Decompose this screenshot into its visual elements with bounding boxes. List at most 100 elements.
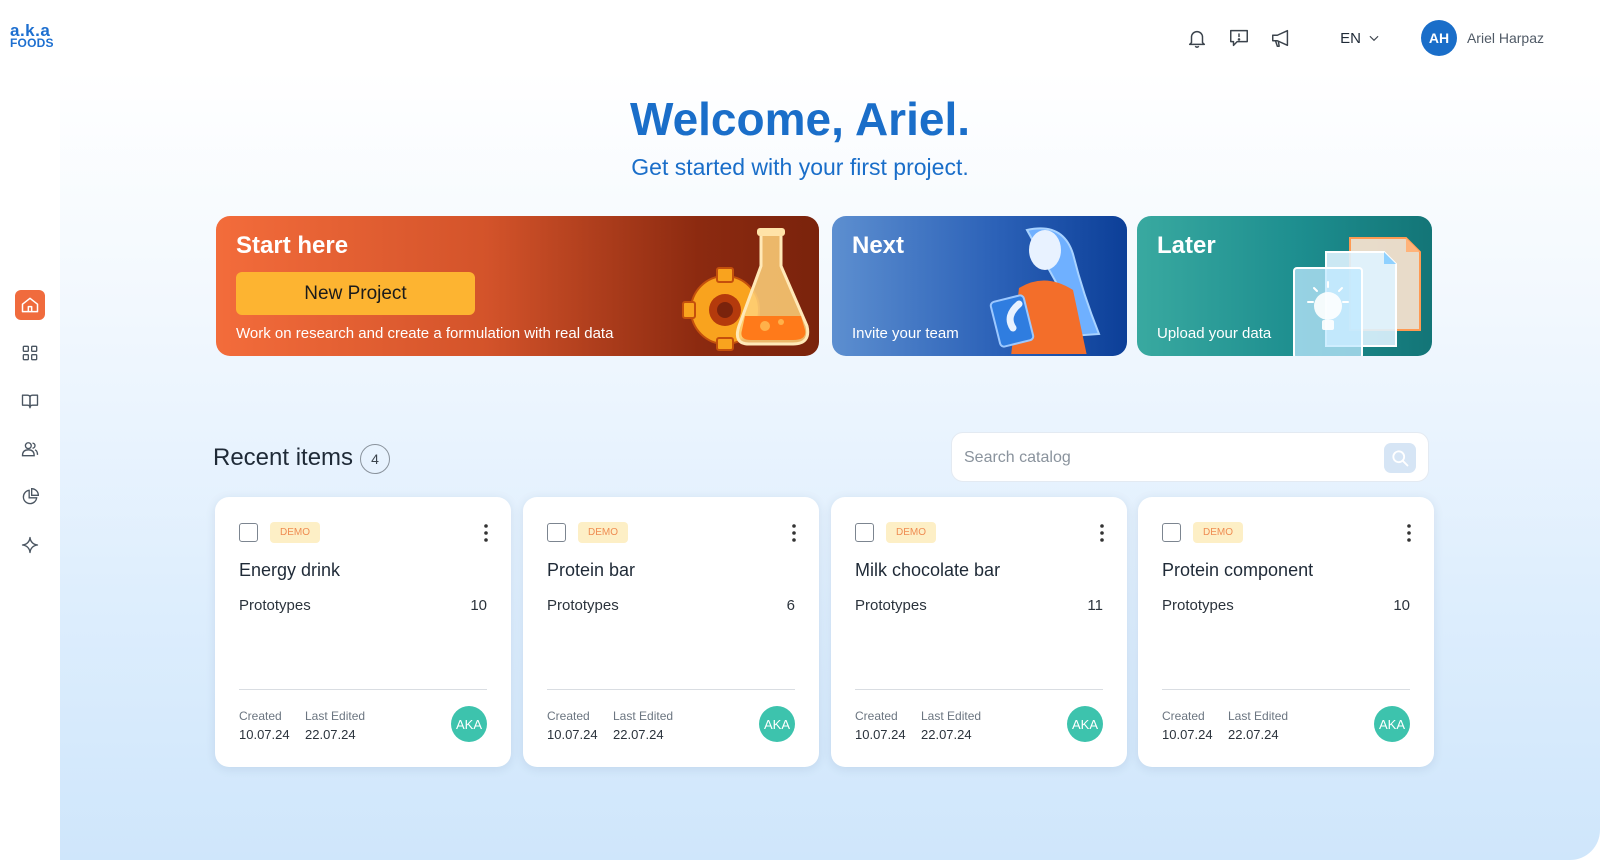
recent-item-card[interactable]: DEMO Milk chocolate bar Prototypes 11 Cr… xyxy=(831,497,1127,767)
recent-items-title: Recent items xyxy=(213,444,354,471)
demo-badge: DEMO xyxy=(270,522,320,543)
last-edited-label: Last Edited xyxy=(1228,709,1289,723)
prototypes-label: Prototypes xyxy=(1162,597,1234,614)
last-edited-label: Last Edited xyxy=(921,709,982,723)
team-icon xyxy=(21,442,39,457)
language-label: EN xyxy=(1340,29,1361,47)
created-date: 10.07.24 xyxy=(239,727,290,742)
start-here-title: Start here xyxy=(236,232,349,259)
created-label: Created xyxy=(855,709,898,723)
card-title: Energy drink xyxy=(239,560,341,580)
prototypes-count: 6 xyxy=(786,597,795,614)
feedback-icon xyxy=(1230,29,1249,47)
start-here-card: Start here New Project Work on research … xyxy=(216,216,819,356)
recent-item-card[interactable]: DEMO Energy drink Prototypes 10 Created … xyxy=(215,497,511,767)
sidebar-item-ai[interactable] xyxy=(15,530,45,560)
search-icon xyxy=(1392,450,1409,467)
select-checkbox[interactable] xyxy=(547,523,566,542)
last-edited-label: Last Edited xyxy=(613,709,674,723)
prototypes-count: 10 xyxy=(470,597,487,614)
grid-icon xyxy=(22,345,38,361)
page-subtitle: Get started with your first project. xyxy=(631,154,969,180)
prototypes-label: Prototypes xyxy=(547,597,619,614)
new-project-button[interactable]: New Project xyxy=(236,272,475,315)
sidebar-item-analytics[interactable] xyxy=(15,482,45,512)
documents-lightbulb-illustration xyxy=(1293,237,1421,356)
created-label: Created xyxy=(547,709,590,723)
language-selector[interactable]: EN xyxy=(1340,30,1381,47)
more-vertical-icon xyxy=(1100,524,1104,542)
card-menu-button[interactable] xyxy=(1095,521,1109,545)
created-label: Created xyxy=(1162,709,1205,723)
last-edited-date: 22.07.24 xyxy=(921,727,972,742)
more-vertical-icon xyxy=(484,524,488,542)
card-title: Protein component xyxy=(1162,560,1314,580)
chevron-down-icon xyxy=(1369,35,1379,42)
owner-avatar: AKA xyxy=(1374,706,1410,742)
next-description: Invite your team xyxy=(852,325,959,342)
megaphone-icon xyxy=(1272,29,1289,47)
demo-badge: DEMO xyxy=(1193,522,1243,543)
owner-avatar: AKA xyxy=(1067,706,1103,742)
more-vertical-icon xyxy=(792,524,796,542)
created-label: Created xyxy=(239,709,282,723)
last-edited-label: Last Edited xyxy=(305,709,366,723)
notifications-button[interactable] xyxy=(1186,27,1208,49)
pie-chart-icon xyxy=(22,487,40,505)
user-name[interactable]: Ariel Harpaz xyxy=(1467,30,1544,46)
card-divider xyxy=(239,689,487,690)
later-title: Later xyxy=(1157,232,1216,259)
prototypes-count: 11 xyxy=(1087,597,1103,614)
demo-badge: DEMO xyxy=(578,522,628,543)
card-divider xyxy=(547,689,795,690)
later-card[interactable]: Later Upload your data xyxy=(1137,216,1432,356)
feedback-button[interactable] xyxy=(1228,27,1250,49)
top-bar: EN AH Ariel Harpaz xyxy=(1166,18,1544,58)
demo-badge: DEMO xyxy=(886,522,936,543)
created-date: 10.07.24 xyxy=(1162,727,1213,742)
search-catalog xyxy=(951,432,1429,482)
recent-items-count-badge: 4 xyxy=(360,444,390,474)
lab-flask-gear-illustration xyxy=(682,228,810,351)
sidebar-item-home[interactable] xyxy=(15,290,45,320)
card-menu-button[interactable] xyxy=(1402,521,1416,545)
created-date: 10.07.24 xyxy=(547,727,598,742)
later-description: Upload your data xyxy=(1157,325,1272,342)
select-checkbox[interactable] xyxy=(1162,523,1181,542)
home-icon xyxy=(21,297,39,313)
user-avatar[interactable]: AH xyxy=(1420,20,1457,56)
more-vertical-icon xyxy=(1407,524,1411,542)
recent-item-card[interactable]: DEMO Protein bar Prototypes 6 Created La… xyxy=(523,497,819,767)
recent-item-card[interactable]: DEMO Protein component Prototypes 10 Cre… xyxy=(1138,497,1434,767)
sidebar-item-catalog[interactable] xyxy=(15,338,45,368)
card-divider xyxy=(1162,689,1410,690)
card-title: Protein bar xyxy=(547,560,636,580)
announcements-button[interactable] xyxy=(1270,27,1292,49)
select-checkbox[interactable] xyxy=(239,523,258,542)
owner-avatar: AKA xyxy=(451,706,487,742)
last-edited-date: 22.07.24 xyxy=(1228,727,1279,742)
select-checkbox[interactable] xyxy=(855,523,874,542)
start-here-description: Work on research and create a formulatio… xyxy=(236,325,614,342)
created-date: 10.07.24 xyxy=(855,727,906,742)
sidebar-item-team[interactable] xyxy=(15,434,45,464)
app-logo[interactable]: a.k.a FOODS xyxy=(10,22,54,50)
last-edited-date: 22.07.24 xyxy=(305,727,356,742)
owner-avatar: AKA xyxy=(759,706,795,742)
prototypes-count: 10 xyxy=(1393,597,1410,614)
next-title: Next xyxy=(852,232,905,259)
card-divider xyxy=(855,689,1103,690)
prototypes-label: Prototypes xyxy=(239,597,311,614)
page-title: Welcome, Ariel. xyxy=(629,93,970,145)
sidebar-item-library[interactable] xyxy=(15,386,45,416)
card-menu-button[interactable] xyxy=(787,521,801,545)
search-button[interactable] xyxy=(1384,443,1416,473)
search-input[interactable] xyxy=(964,445,1364,471)
logo-line-2: FOODS xyxy=(10,36,54,50)
sparkle-icon xyxy=(21,536,39,554)
person-with-tablet-illustration xyxy=(989,227,1101,354)
prototypes-label: Prototypes xyxy=(855,597,927,614)
bell-icon xyxy=(1189,30,1206,48)
card-menu-button[interactable] xyxy=(479,521,493,545)
next-card[interactable]: Next Invite your team xyxy=(832,216,1127,356)
